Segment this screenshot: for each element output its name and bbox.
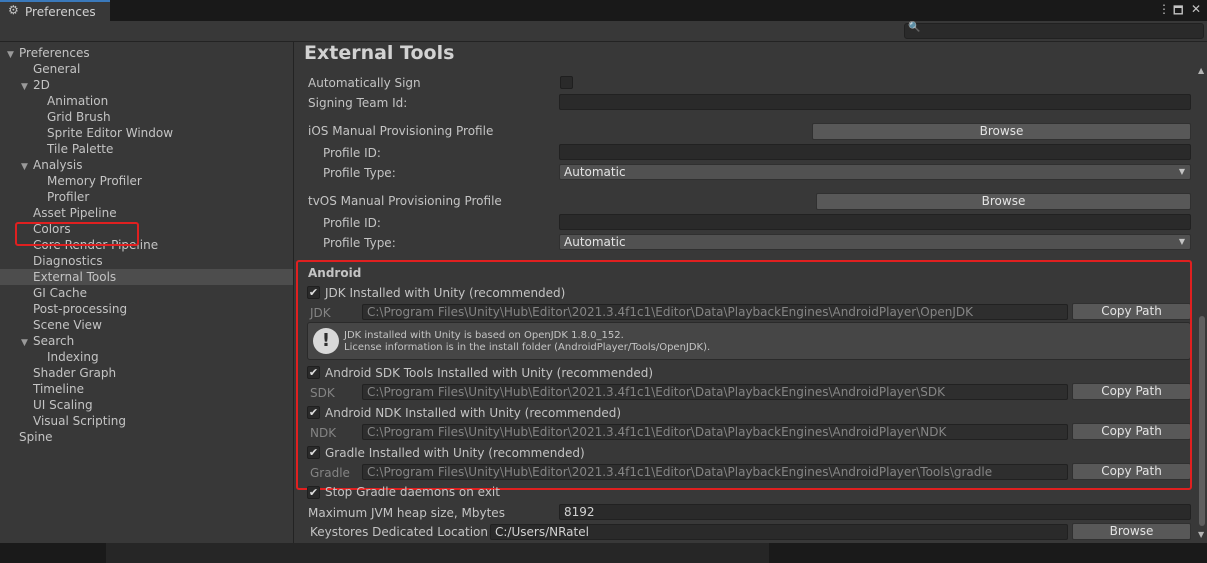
sidebar-item-indexing[interactable]: Indexing bbox=[0, 349, 293, 365]
tvos-profile-type-dropdown[interactable]: Automatic ▼ bbox=[559, 234, 1191, 250]
toolbar: 🔍 bbox=[0, 21, 1207, 42]
sidebar-item-label: Grid Brush bbox=[47, 110, 111, 124]
sidebar-item-label: Spine bbox=[19, 430, 53, 444]
jvm-heap-label: Maximum JVM heap size, Mbytes bbox=[308, 506, 505, 520]
ios-manual-profile-label: iOS Manual Provisioning Profile bbox=[308, 124, 494, 138]
sidebar-item-scene-view[interactable]: Scene View bbox=[0, 317, 293, 333]
chevron-down-icon: ▼ bbox=[1178, 237, 1185, 246]
sidebar-item-external-tools[interactable]: External Tools bbox=[0, 269, 293, 285]
sidebar-item-timeline[interactable]: Timeline bbox=[0, 381, 293, 397]
sidebar-item-visual-scripting[interactable]: Visual Scripting bbox=[0, 413, 293, 429]
sidebar-item-label: Indexing bbox=[47, 350, 99, 364]
ios-profile-type-label: Profile Type: bbox=[323, 166, 396, 180]
auto-sign-label: Automatically Sign bbox=[308, 76, 421, 90]
signing-team-label: Signing Team Id: bbox=[308, 96, 408, 110]
sidebar-item-label: UI Scaling bbox=[33, 398, 93, 412]
sidebar-item-analysis[interactable]: ▼ Analysis bbox=[0, 157, 293, 173]
title-bar: ⚙ Preferences ⋮ 🗖 ✕ bbox=[0, 0, 1207, 21]
tvos-profile-type-label: Profile Type: bbox=[323, 236, 396, 250]
tvos-manual-profile-label: tvOS Manual Provisioning Profile bbox=[308, 194, 502, 208]
search-input[interactable]: 🔍 bbox=[904, 22, 1204, 39]
keystores-field[interactable]: C:/Users/NRatel bbox=[490, 524, 1068, 540]
sidebar-item-label: General bbox=[33, 62, 81, 76]
window-title: Preferences bbox=[25, 5, 96, 19]
sidebar-item-label: Analysis bbox=[33, 158, 83, 172]
jvm-heap-field[interactable]: 8192 bbox=[559, 504, 1191, 520]
sidebar-item-label: External Tools bbox=[33, 270, 117, 284]
sidebar-item-label: 2D bbox=[33, 78, 50, 92]
sidebar-item-2d[interactable]: ▼ 2D bbox=[0, 77, 293, 93]
ios-profile-type-value: Automatic bbox=[564, 165, 626, 179]
page-title: External Tools bbox=[304, 42, 455, 64]
preferences-tab[interactable]: ⚙ Preferences bbox=[0, 0, 110, 21]
close-icon[interactable]: ✕ bbox=[1191, 2, 1201, 16]
sidebar-item-label: Visual Scripting bbox=[33, 414, 126, 428]
maximize-icon[interactable]: 🗖 bbox=[1173, 2, 1183, 21]
android-highlight-annotation bbox=[296, 260, 1192, 490]
sidebar-item-label: GI Cache bbox=[33, 286, 87, 300]
sidebar-item-label: Post-processing bbox=[33, 302, 128, 316]
sidebar-item-general[interactable]: General bbox=[0, 61, 293, 77]
menu-dots-icon[interactable]: ⋮ bbox=[1158, 2, 1170, 16]
stop-gradle-label: Stop Gradle daemons on exit bbox=[325, 485, 500, 499]
sidebar-item-label: Preferences bbox=[19, 46, 90, 60]
sidebar-item-label: Scene View bbox=[33, 318, 102, 332]
gear-icon: ⚙ bbox=[8, 3, 19, 17]
background-window-strip bbox=[0, 543, 1207, 563]
tvos-profile-id-field[interactable] bbox=[559, 214, 1191, 230]
sidebar-item-label: Memory Profiler bbox=[47, 174, 142, 188]
ios-profile-id-label: Profile ID: bbox=[323, 146, 381, 160]
sidebar-item-tile-palette[interactable]: Tile Palette bbox=[0, 141, 293, 157]
chevron-down-icon: ▼ bbox=[1178, 167, 1185, 176]
sidebar-item-diagnostics[interactable]: Diagnostics bbox=[0, 253, 293, 269]
scrollbar-thumb[interactable] bbox=[1199, 316, 1205, 526]
sidebar-item-label: Animation bbox=[47, 94, 109, 108]
tvos-profile-type-value: Automatic bbox=[564, 235, 626, 249]
sidebar-item-animation[interactable]: Animation bbox=[0, 93, 293, 109]
keystores-browse-button[interactable]: Browse bbox=[1072, 523, 1191, 540]
sidebar-item-label: Timeline bbox=[33, 382, 85, 396]
sidebar-item-ui-scaling[interactable]: UI Scaling bbox=[0, 397, 293, 413]
sidebar-item-grid-brush[interactable]: Grid Brush bbox=[0, 109, 293, 125]
content-scrollbar[interactable]: ▲ ▼ bbox=[1197, 66, 1207, 543]
sidebar-item-label: Shader Graph bbox=[33, 366, 117, 380]
sidebar-item-label: Tile Palette bbox=[47, 142, 114, 156]
sidebar-highlight-annotation bbox=[15, 222, 139, 246]
keystores-label: Keystores Dedicated Location bbox=[310, 525, 488, 539]
scroll-up-icon[interactable]: ▲ bbox=[1198, 66, 1204, 75]
sidebar-item-post-processing[interactable]: Post-processing bbox=[0, 301, 293, 317]
sidebar-item-profiler[interactable]: Profiler bbox=[0, 189, 293, 205]
signing-team-field[interactable] bbox=[559, 94, 1191, 110]
tvos-profile-id-label: Profile ID: bbox=[323, 216, 381, 230]
sidebar-item-label: Asset Pipeline bbox=[33, 206, 117, 220]
sidebar-item-sprite-editor-window[interactable]: Sprite Editor Window bbox=[0, 125, 293, 141]
sidebar-item-preferences[interactable]: ▼ Preferences bbox=[0, 45, 293, 61]
scroll-down-icon[interactable]: ▼ bbox=[1198, 530, 1204, 539]
ios-browse-button[interactable]: Browse bbox=[812, 123, 1191, 140]
sidebar-item-label: Search bbox=[33, 334, 75, 348]
ios-profile-id-field[interactable] bbox=[559, 144, 1191, 160]
sidebar-item-gi-cache[interactable]: GI Cache bbox=[0, 285, 293, 301]
ios-profile-type-dropdown[interactable]: Automatic ▼ bbox=[559, 164, 1191, 180]
background-window bbox=[106, 543, 769, 563]
auto-sign-checkbox[interactable] bbox=[560, 76, 573, 89]
main-content: External Tools Automatically Sign Signin… bbox=[294, 42, 1207, 543]
sidebar-item-asset-pipeline[interactable]: Asset Pipeline bbox=[0, 205, 293, 221]
stop-gradle-checkbox[interactable]: ✔ bbox=[307, 486, 320, 499]
sidebar-item-search[interactable]: ▼ Search bbox=[0, 333, 293, 349]
sidebar: ▼ Preferences General ▼ 2D Animation Grid Brus… bbox=[0, 42, 294, 543]
tvos-browse-button[interactable]: Browse bbox=[816, 193, 1191, 210]
check-icon: ✔ bbox=[308, 486, 319, 499]
sidebar-item-shader-graph[interactable]: Shader Graph bbox=[0, 365, 293, 381]
sidebar-item-memory-profiler[interactable]: Memory Profiler bbox=[0, 173, 293, 189]
sidebar-item-label: Diagnostics bbox=[33, 254, 103, 268]
search-icon: 🔍 bbox=[908, 22, 921, 33]
sidebar-item-label: Sprite Editor Window bbox=[47, 126, 174, 140]
sidebar-item-label: Profiler bbox=[47, 190, 90, 204]
sidebar-item-spine[interactable]: Spine bbox=[0, 429, 293, 445]
